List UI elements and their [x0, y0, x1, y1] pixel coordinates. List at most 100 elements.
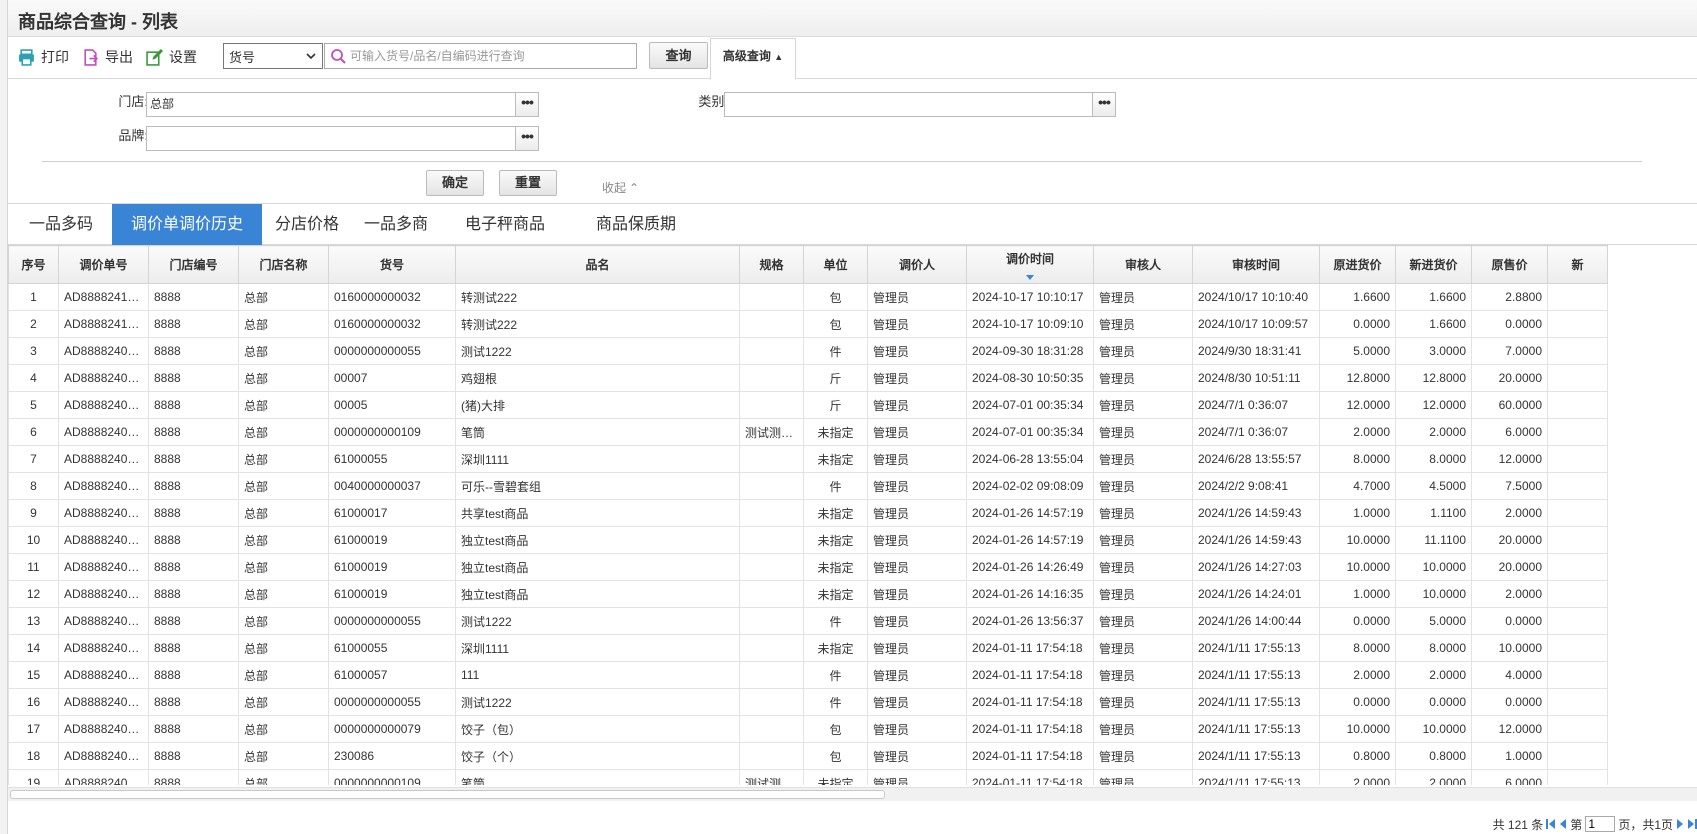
table-row[interactable]: 18 AD88882401... 8888 总部 230086 饺子（个）包管理员 2024… — [8, 742, 1608, 770]
store-picker-button[interactable]: ••• — [515, 92, 539, 117]
column-header[interactable]: 调价单号 — [58, 245, 149, 284]
settings-button[interactable]: 设置 — [146, 46, 197, 68]
export-icon — [84, 48, 99, 66]
column-header[interactable]: 调价时间 — [966, 245, 1094, 284]
table-row[interactable]: 1 AD88882410... 8888 总部 0160000000032 转测试222 包… — [8, 283, 1608, 311]
table-cell: 10.0000 — [1395, 553, 1472, 581]
table-cell: 管理员 — [1093, 337, 1193, 365]
table-cell — [739, 580, 804, 608]
table-row[interactable]: 13 AD88882401... 8888 总部 0000000000055 测试1222… — [8, 607, 1608, 635]
table-row[interactable]: 11 AD88882401... 8888 总部 61000019 独立test商品 未指定… — [8, 553, 1608, 581]
table-row[interactable]: 6 AD88882407... 8888 总部 0000000000109 笔筒 测试测四.… — [8, 418, 1608, 446]
first-page-icon[interactable] — [1546, 819, 1556, 829]
column-header[interactable]: 审核人 — [1093, 245, 1193, 284]
table-cell: 总部 — [238, 310, 329, 338]
table-row[interactable]: 17 AD88882401... 8888 总部 0000000000079 饺子（包） 包… — [8, 715, 1608, 743]
tab-5[interactable]: 商品保质期 — [568, 204, 704, 245]
table-cell: 1.0000 — [1319, 499, 1396, 527]
scrollbar-thumb[interactable] — [10, 790, 885, 799]
confirm-button[interactable]: 确定 — [426, 170, 484, 196]
table-cell: 2 — [8, 310, 59, 338]
advanced-query-tab[interactable]: 高级查询 ▲ — [710, 38, 796, 80]
table-cell: 总部 — [238, 391, 329, 419]
tab-0[interactable]: 一品多码 — [16, 204, 106, 245]
column-header[interactable]: 门店名称 — [238, 245, 329, 284]
prev-page-icon[interactable] — [1558, 819, 1567, 829]
table-cell: 测试测四... — [739, 769, 804, 785]
column-header[interactable]: 审核时间 — [1192, 245, 1320, 284]
table-cell: 61000019 — [328, 526, 456, 554]
table-row[interactable]: 4 AD88882408... 8888 总部 00007 鸡翅根斤管理员 2024-08-… — [8, 364, 1608, 392]
horizontal-scrollbar[interactable] — [8, 787, 1697, 801]
table-row[interactable]: 7 AD88882406... 8888 总部 61000055 深圳1111 未指定 管理员… — [8, 445, 1608, 473]
column-header[interactable]: 新进货价 — [1395, 245, 1472, 284]
table-cell: 4.0000 — [1471, 661, 1548, 689]
table-cell: 10.0000 — [1319, 553, 1396, 581]
column-header[interactable]: 品名 — [455, 245, 740, 284]
table-cell: 2024/1/11 17:55:13 — [1192, 769, 1320, 785]
table-row[interactable]: 9 AD88882401... 8888 总部 61000017 共享test商品 未指定管… — [8, 499, 1608, 527]
sort-desc-icon[interactable] — [1026, 275, 1034, 280]
table-row[interactable]: 10 AD88882401... 8888 总部 61000019 独立test商品 未指定… — [8, 526, 1608, 554]
brand-picker-button[interactable]: ••• — [515, 126, 539, 151]
page-input[interactable] — [1585, 816, 1616, 832]
table-cell: 件 — [803, 472, 868, 500]
table-cell — [1547, 526, 1608, 554]
table-cell: 管理员 — [1093, 607, 1193, 635]
table-row[interactable]: 19 AD88882401... 8888 总部 0000000000109 笔筒 测试测四… — [8, 769, 1608, 785]
table-row[interactable]: 5 AD88882407... 8888 总部 00005 (猪)大排斤管理员 2024-0… — [8, 391, 1608, 419]
query-button[interactable]: 查询 — [649, 42, 708, 69]
column-header[interactable]: 新 — [1547, 245, 1608, 284]
table-row[interactable]: 3 AD88882409... 8888 总部 0000000000055 测试1222 件… — [8, 337, 1608, 365]
table-row[interactable]: 12 AD88882401... 8888 总部 61000019 独立test商品 未指定… — [8, 580, 1608, 608]
table-cell: 9 — [8, 499, 59, 527]
last-page-icon[interactable] — [1688, 819, 1697, 829]
table-cell: 包 — [803, 310, 868, 338]
table-cell: 0.8000 — [1395, 742, 1472, 770]
brand-input[interactable] — [146, 126, 516, 151]
column-header[interactable]: 门店编号 — [148, 245, 239, 284]
search-input[interactable] — [350, 49, 630, 63]
table-row[interactable]: 16 AD88882401... 8888 总部 0000000000055 测试1222… — [8, 688, 1608, 716]
column-header[interactable]: 规格 — [739, 245, 804, 284]
tab-3[interactable]: 一品多商 — [352, 204, 440, 245]
table-cell: 管理员 — [1093, 472, 1193, 500]
table-cell: 8888 — [148, 553, 239, 581]
reset-button[interactable]: 重置 — [499, 170, 557, 196]
table-cell — [739, 688, 804, 716]
export-button[interactable]: 导出 — [82, 46, 133, 68]
tab-1[interactable]: 调价单调价历史 — [112, 204, 262, 245]
column-header[interactable]: 序号 — [8, 245, 59, 284]
table-cell: 包 — [803, 283, 868, 311]
table-row[interactable]: 15 AD88882401... 8888 总部 61000057 111 件管理员 2024… — [8, 661, 1608, 689]
tab-bar: 一品多码 调价单调价历史 分店价格 一品多商 电子秤商品 商品保质期 — [8, 203, 1697, 245]
table-cell — [1547, 283, 1608, 311]
column-header[interactable]: 原售价 — [1471, 245, 1548, 284]
column-header[interactable]: 调价人 — [867, 245, 967, 284]
collapse-label: 收起 — [602, 181, 627, 195]
tab-4[interactable]: 电子秤商品 — [444, 204, 566, 245]
field-select[interactable]: 货号 — [223, 43, 323, 69]
table-cell: 1.1100 — [1395, 499, 1472, 527]
table-cell: 2024/2/2 9:08:41 — [1192, 472, 1320, 500]
brand-label: 品牌: — [118, 128, 148, 143]
table-cell — [739, 364, 804, 392]
table-cell: 未指定 — [803, 499, 868, 527]
next-page-icon[interactable] — [1676, 819, 1685, 829]
category-input[interactable] — [724, 92, 1093, 117]
table-cell — [739, 607, 804, 635]
tab-2[interactable]: 分店价格 — [262, 204, 352, 245]
table-cell — [739, 445, 804, 473]
collapse-toggle[interactable]: 收起 ⌃ — [602, 179, 639, 196]
column-header[interactable]: 货号 — [328, 245, 456, 284]
print-button[interactable]: 打印 — [18, 46, 69, 68]
table-row[interactable]: 2 AD88882410... 8888 总部 0160000000032 转测试222 包… — [8, 310, 1608, 338]
column-header[interactable]: 单位 — [803, 245, 868, 284]
column-header[interactable]: 原进货价 — [1319, 245, 1396, 284]
category-picker-button[interactable]: ••• — [1092, 92, 1116, 117]
store-input[interactable]: 总部 — [146, 92, 516, 117]
table-row[interactable]: 14 AD88882401... 8888 总部 61000055 深圳1111 未指定 管理… — [8, 634, 1608, 662]
table-row[interactable]: 8 AD88882402... 8888 总部 0040000000037 可乐--雪碧套… — [8, 472, 1608, 500]
table-cell: AD88882401... — [58, 607, 149, 635]
table-cell — [1547, 607, 1608, 635]
